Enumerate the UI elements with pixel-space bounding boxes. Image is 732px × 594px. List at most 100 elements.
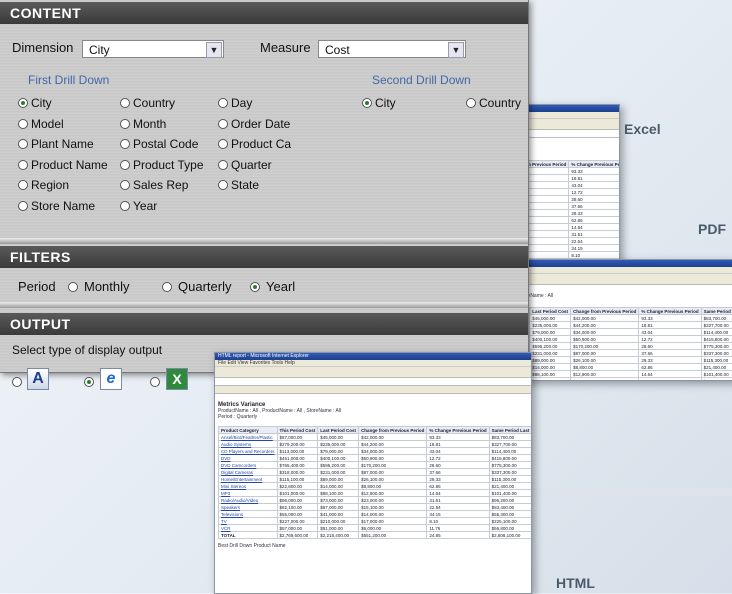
first-drill-option[interactable]: City — [18, 96, 52, 110]
radio-button[interactable] — [120, 98, 130, 108]
table-cell[interactable]: Televisions — [219, 511, 278, 518]
table-cell: $595,200.00 — [318, 462, 359, 469]
table-cell: $55,300.00 — [489, 511, 532, 518]
table-cell: $87,000.00 — [571, 350, 639, 357]
first-drill-option[interactable]: Postal Code — [120, 137, 198, 151]
excel-icon[interactable]: X — [166, 368, 188, 390]
table-cell[interactable]: Radio/Audio/Video — [219, 497, 278, 504]
output-radio-html[interactable] — [84, 377, 94, 387]
period-option[interactable]: Monthly — [68, 279, 130, 294]
measure-select[interactable]: Cost ▼ — [318, 40, 466, 58]
radio-button[interactable] — [218, 139, 228, 149]
radio-button[interactable] — [120, 119, 130, 129]
radio-button[interactable] — [250, 282, 260, 292]
filters-section-header: FILTERS — [0, 246, 528, 268]
first-drill-option[interactable]: Month — [120, 117, 166, 131]
table-cell: $95,200.00 — [701, 378, 732, 382]
output-radio-excel[interactable] — [150, 377, 160, 387]
table-cell: $2,769,600.00 — [277, 532, 318, 539]
radio-button[interactable] — [18, 180, 28, 190]
table-cell: $57,000.00 — [277, 525, 318, 532]
table-cell: $279,200.00 — [277, 441, 318, 448]
table-cell: $8,800.00 — [571, 364, 639, 371]
first-drill-down-label: First Drill Down — [28, 73, 109, 87]
acrobat-icon[interactable]: A — [27, 368, 49, 390]
table-cell[interactable]: TV — [219, 518, 278, 525]
radio-button[interactable] — [18, 201, 28, 211]
table-cell[interactable]: Mini Stereos — [219, 483, 278, 490]
first-drill-option[interactable]: Product Name — [18, 158, 108, 172]
table-cell: $231,000.00 — [318, 469, 359, 476]
chevron-down-icon[interactable]: ▼ — [206, 42, 222, 58]
table-cell: 43.04 — [639, 329, 701, 336]
content-section-header: CONTENT — [0, 2, 528, 24]
table-cell[interactable]: VCR — [219, 525, 278, 532]
second-drill-option[interactable]: Country — [466, 96, 521, 110]
first-drill-option[interactable]: Region — [18, 178, 69, 192]
table-header-row: Product CategoryThis Period CostLast Per… — [219, 427, 533, 434]
radio-button[interactable] — [218, 98, 228, 108]
table-cell: $26,100.00 — [571, 357, 639, 364]
table-cell: $12,900.00 — [571, 371, 639, 378]
radio-button[interactable] — [362, 98, 372, 108]
table-cell: $50,900.00 — [571, 336, 639, 343]
period-option[interactable]: Yearl — [250, 279, 295, 294]
first-drill-option[interactable]: Product Type — [120, 158, 204, 172]
table-cell: $34,000.00 — [571, 329, 639, 336]
first-drill-option[interactable]: Day — [218, 96, 252, 110]
radio-button[interactable] — [18, 98, 28, 108]
first-drill-option[interactable]: Year — [120, 199, 157, 213]
table-cell: $101,000.00 — [277, 490, 318, 497]
radio-button[interactable] — [218, 119, 228, 129]
radio-button[interactable] — [218, 160, 228, 170]
radio-button[interactable] — [162, 282, 172, 292]
table-cell[interactable]: Speakers — [219, 504, 278, 511]
table-cell[interactable]: MP3 — [219, 490, 278, 497]
table-cell[interactable]: Audio Systems — [219, 441, 278, 448]
table-cell: 18.81 — [427, 441, 489, 448]
first-drill-option[interactable]: Sales Rep — [120, 178, 188, 192]
radio-button[interactable] — [68, 282, 78, 292]
radio-button[interactable] — [120, 201, 130, 211]
pdf-caption: PDF — [698, 221, 726, 237]
table-cell: $79,000.00 — [530, 329, 571, 336]
output-radio-pdf[interactable] — [12, 377, 22, 387]
first-drill-option[interactable]: Product Ca — [218, 137, 291, 151]
table-cell: 12.72 — [639, 336, 701, 343]
table-cell: $88,100.00 — [530, 371, 571, 378]
internet-explorer-icon[interactable]: e — [100, 368, 122, 390]
table-row: TOTAL$2,769,600.00$2,218,400.00$551,200.… — [219, 532, 533, 539]
table-cell: TOTAL — [219, 532, 278, 539]
table-cell[interactable]: Ansel/Bird/Feather/Plastic — [219, 434, 278, 441]
first-drill-option[interactable]: Country — [120, 96, 175, 110]
chevron-down-icon[interactable]: ▼ — [448, 42, 464, 58]
first-drill-option[interactable]: Quarter — [218, 158, 272, 172]
table-cell[interactable]: DVD Camcorders — [219, 462, 278, 469]
radio-button[interactable] — [218, 180, 228, 190]
first-drill-option[interactable]: Model — [18, 117, 64, 131]
radio-button[interactable] — [120, 160, 130, 170]
radio-button[interactable] — [466, 98, 476, 108]
table-cell: $50,900.00 — [359, 455, 427, 462]
radio-button[interactable] — [120, 139, 130, 149]
table-cell[interactable]: CD Players and Recorders — [219, 448, 278, 455]
table-cell[interactable]: Home/Entertainment — [219, 476, 278, 483]
first-drill-option[interactable]: Store Name — [18, 199, 95, 213]
radio-button[interactable] — [120, 180, 130, 190]
table-cell: 37.66 — [427, 469, 489, 476]
table-cell: 34.15 — [569, 245, 620, 252]
table-cell: $89,000.00 — [318, 476, 359, 483]
first-drill-option[interactable]: Plant Name — [18, 137, 94, 151]
radio-button[interactable] — [18, 139, 28, 149]
dimension-select[interactable]: City ▼ — [82, 40, 224, 58]
table-cell: $235,000.00 — [318, 441, 359, 448]
first-drill-option[interactable]: State — [218, 178, 259, 192]
table-cell: 37.66 — [569, 203, 620, 210]
radio-button[interactable] — [18, 119, 28, 129]
radio-button[interactable] — [18, 160, 28, 170]
table-cell[interactable]: Digital Cameras — [219, 469, 278, 476]
second-drill-option[interactable]: City — [362, 96, 396, 110]
table-cell[interactable]: DVD — [219, 455, 278, 462]
first-drill-option[interactable]: Order Date — [218, 117, 290, 131]
period-option[interactable]: Quarterly — [162, 279, 231, 294]
